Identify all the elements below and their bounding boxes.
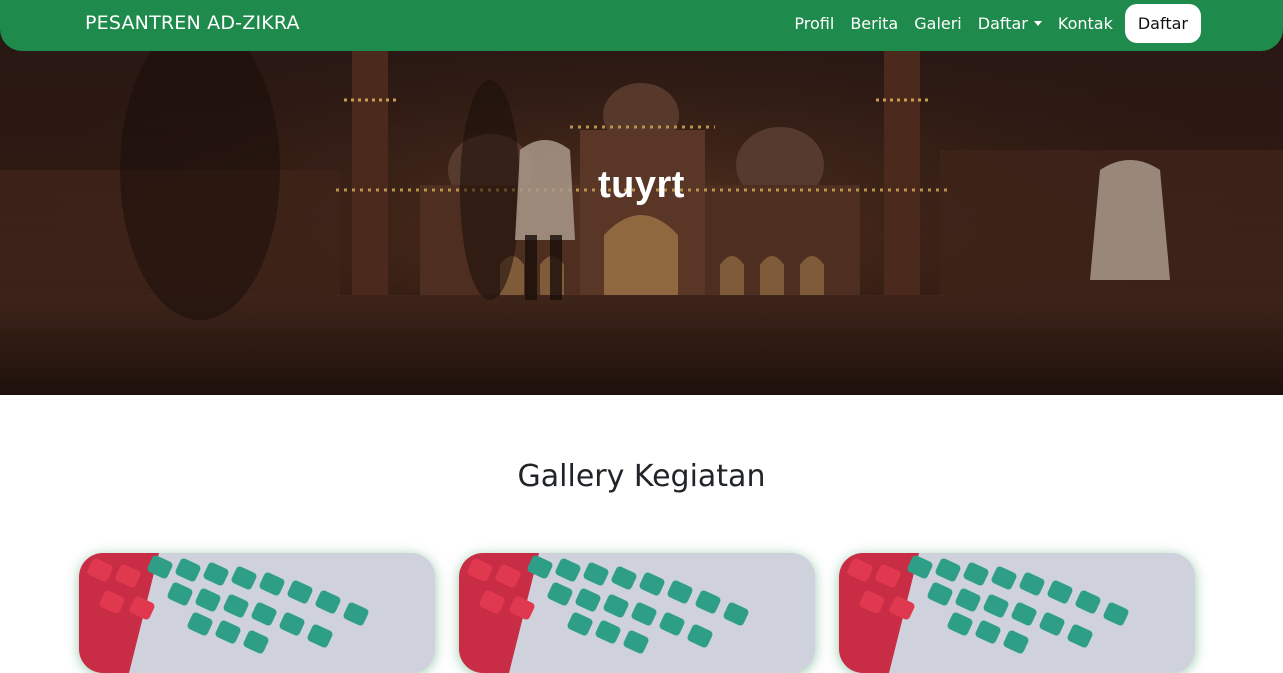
gallery-card[interactable] — [79, 553, 435, 673]
nav-links: Profil Berita Galeri Daftar Kontak Dafta… — [786, 4, 1201, 43]
nav-dropdown-daftar-label: Daftar — [977, 14, 1028, 33]
nav-link-berita[interactable]: Berita — [842, 14, 906, 33]
keyboard-photo-icon — [839, 553, 1195, 673]
caret-down-icon — [1033, 21, 1042, 26]
keyboard-photo-icon — [79, 553, 435, 673]
gallery-title: Gallery Kegiatan — [517, 459, 766, 494]
navbar: PESANTREN AD-ZIKRA Profil Berita Galeri … — [0, 0, 1283, 51]
nav-link-galeri[interactable]: Galeri — [906, 14, 970, 33]
nav-dropdown-daftar[interactable]: Daftar — [970, 14, 1050, 33]
brand-link[interactable]: PESANTREN AD-ZIKRA — [85, 12, 300, 34]
daftar-button[interactable]: Daftar — [1124, 4, 1201, 43]
gallery-card[interactable] — [459, 553, 815, 673]
hero-title: tuyrt — [598, 164, 685, 206]
nav-link-kontak[interactable]: Kontak — [1050, 14, 1121, 33]
nav-link-profil[interactable]: Profil — [786, 14, 842, 33]
gallery-card[interactable] — [839, 553, 1195, 673]
keyboard-photo-icon — [459, 553, 815, 673]
hero-banner: tuyrt — [0, 0, 1283, 395]
